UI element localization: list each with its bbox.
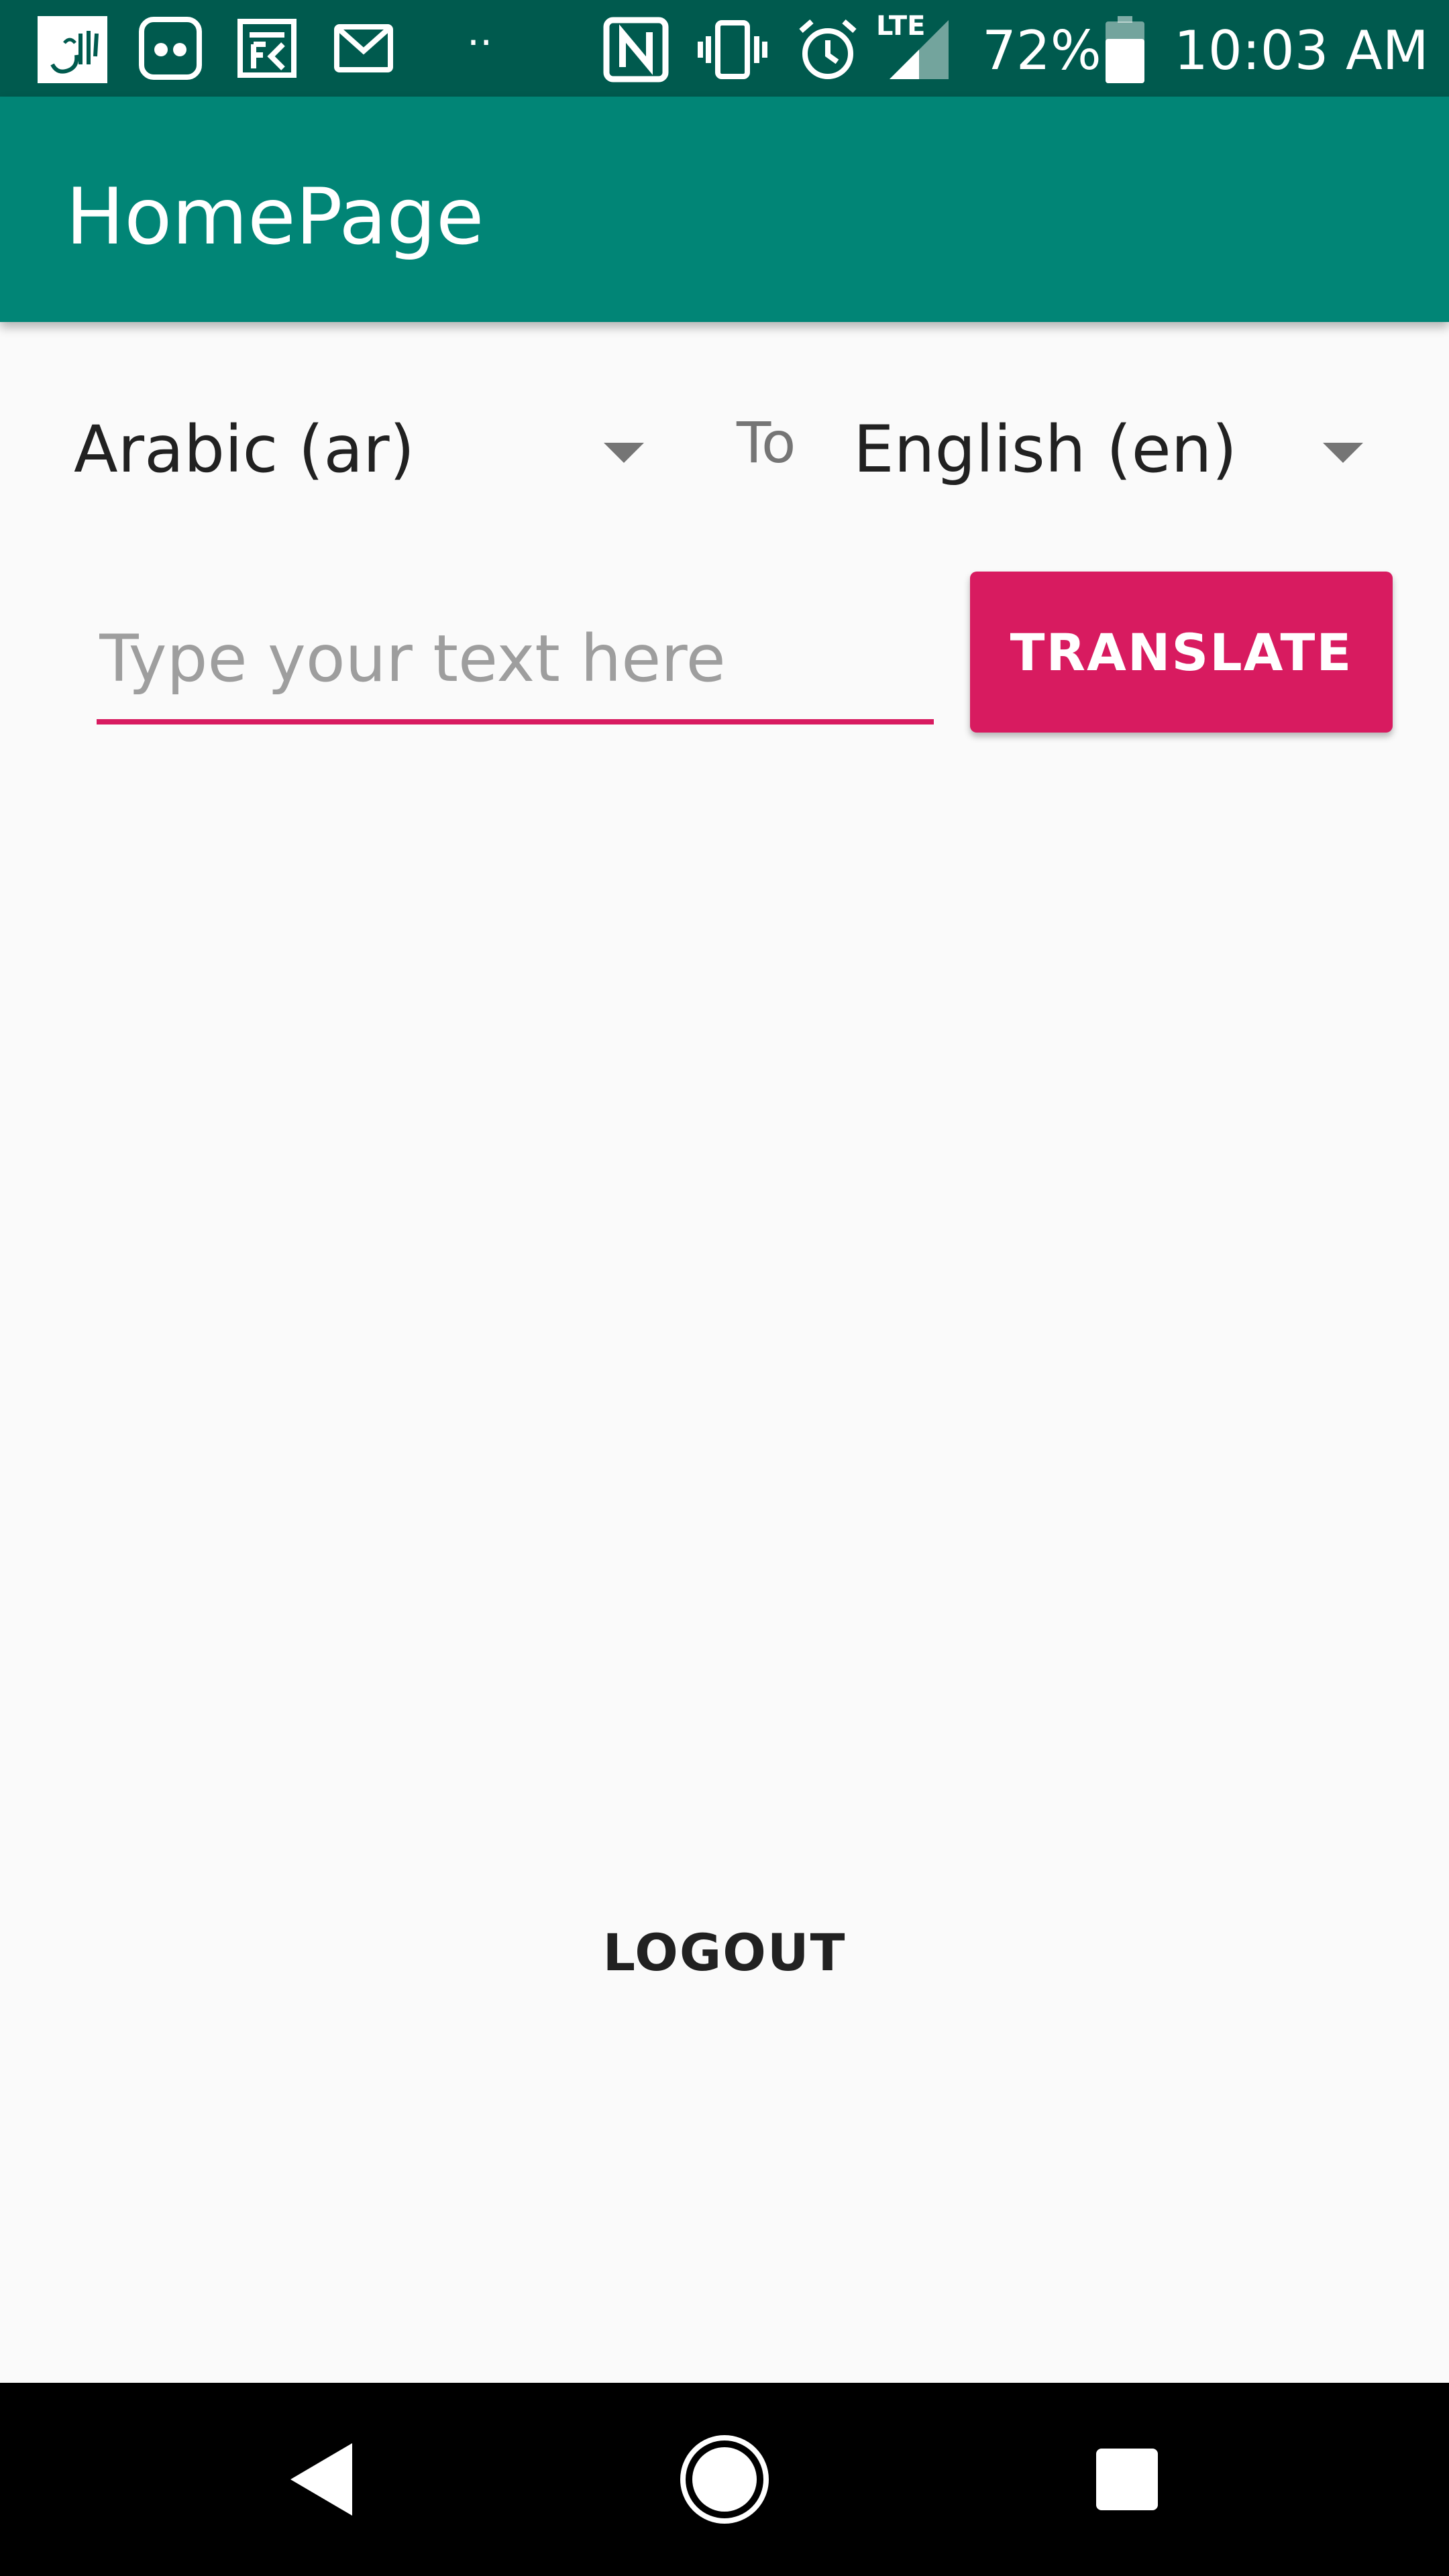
recents-icon bbox=[1096, 2449, 1158, 2510]
logout-button[interactable]: LOGOUT bbox=[557, 1905, 892, 1999]
recents-button[interactable] bbox=[1026, 2383, 1228, 2576]
back-icon bbox=[290, 2443, 352, 2516]
status-bar: ·· LTE 72% 10:03 AM bbox=[0, 0, 1449, 97]
news-app-icon bbox=[236, 17, 298, 82]
source-language-spinner[interactable]: Arabic (ar) bbox=[74, 376, 651, 496]
signal-icon bbox=[890, 20, 950, 82]
nfc-icon bbox=[602, 16, 669, 86]
battery-percent: 72% bbox=[982, 19, 1102, 82]
target-language-value: English (en) bbox=[853, 412, 1237, 487]
messenger-app-icon bbox=[138, 16, 203, 83]
home-icon bbox=[680, 2435, 769, 2524]
back-button[interactable] bbox=[221, 2383, 423, 2576]
translator-content: Arabic (ar) To English (en) TRANSLATE LO… bbox=[0, 322, 1449, 2383]
navigation-bar bbox=[0, 2383, 1449, 2576]
alarm-icon bbox=[794, 16, 861, 86]
vibrate-icon bbox=[695, 17, 770, 85]
home-button[interactable] bbox=[624, 2383, 825, 2576]
app-bar: HomePage bbox=[0, 97, 1449, 322]
arabic-app-icon bbox=[38, 16, 107, 86]
battery-icon bbox=[1106, 16, 1144, 86]
clock: 10:03 AM bbox=[1174, 19, 1429, 82]
source-language-value: Arabic (ar) bbox=[74, 412, 415, 487]
translate-button[interactable]: TRANSLATE bbox=[970, 572, 1393, 733]
gmail-icon bbox=[334, 24, 393, 75]
target-language-spinner[interactable]: English (en) bbox=[853, 376, 1370, 496]
dropdown-arrow-icon bbox=[1323, 443, 1363, 463]
more-notifications-indicator: ·· bbox=[467, 19, 493, 66]
to-label: To bbox=[737, 410, 796, 476]
dropdown-arrow-icon bbox=[604, 443, 644, 463]
text-input[interactable] bbox=[97, 604, 934, 724]
page-title: HomePage bbox=[66, 172, 484, 262]
